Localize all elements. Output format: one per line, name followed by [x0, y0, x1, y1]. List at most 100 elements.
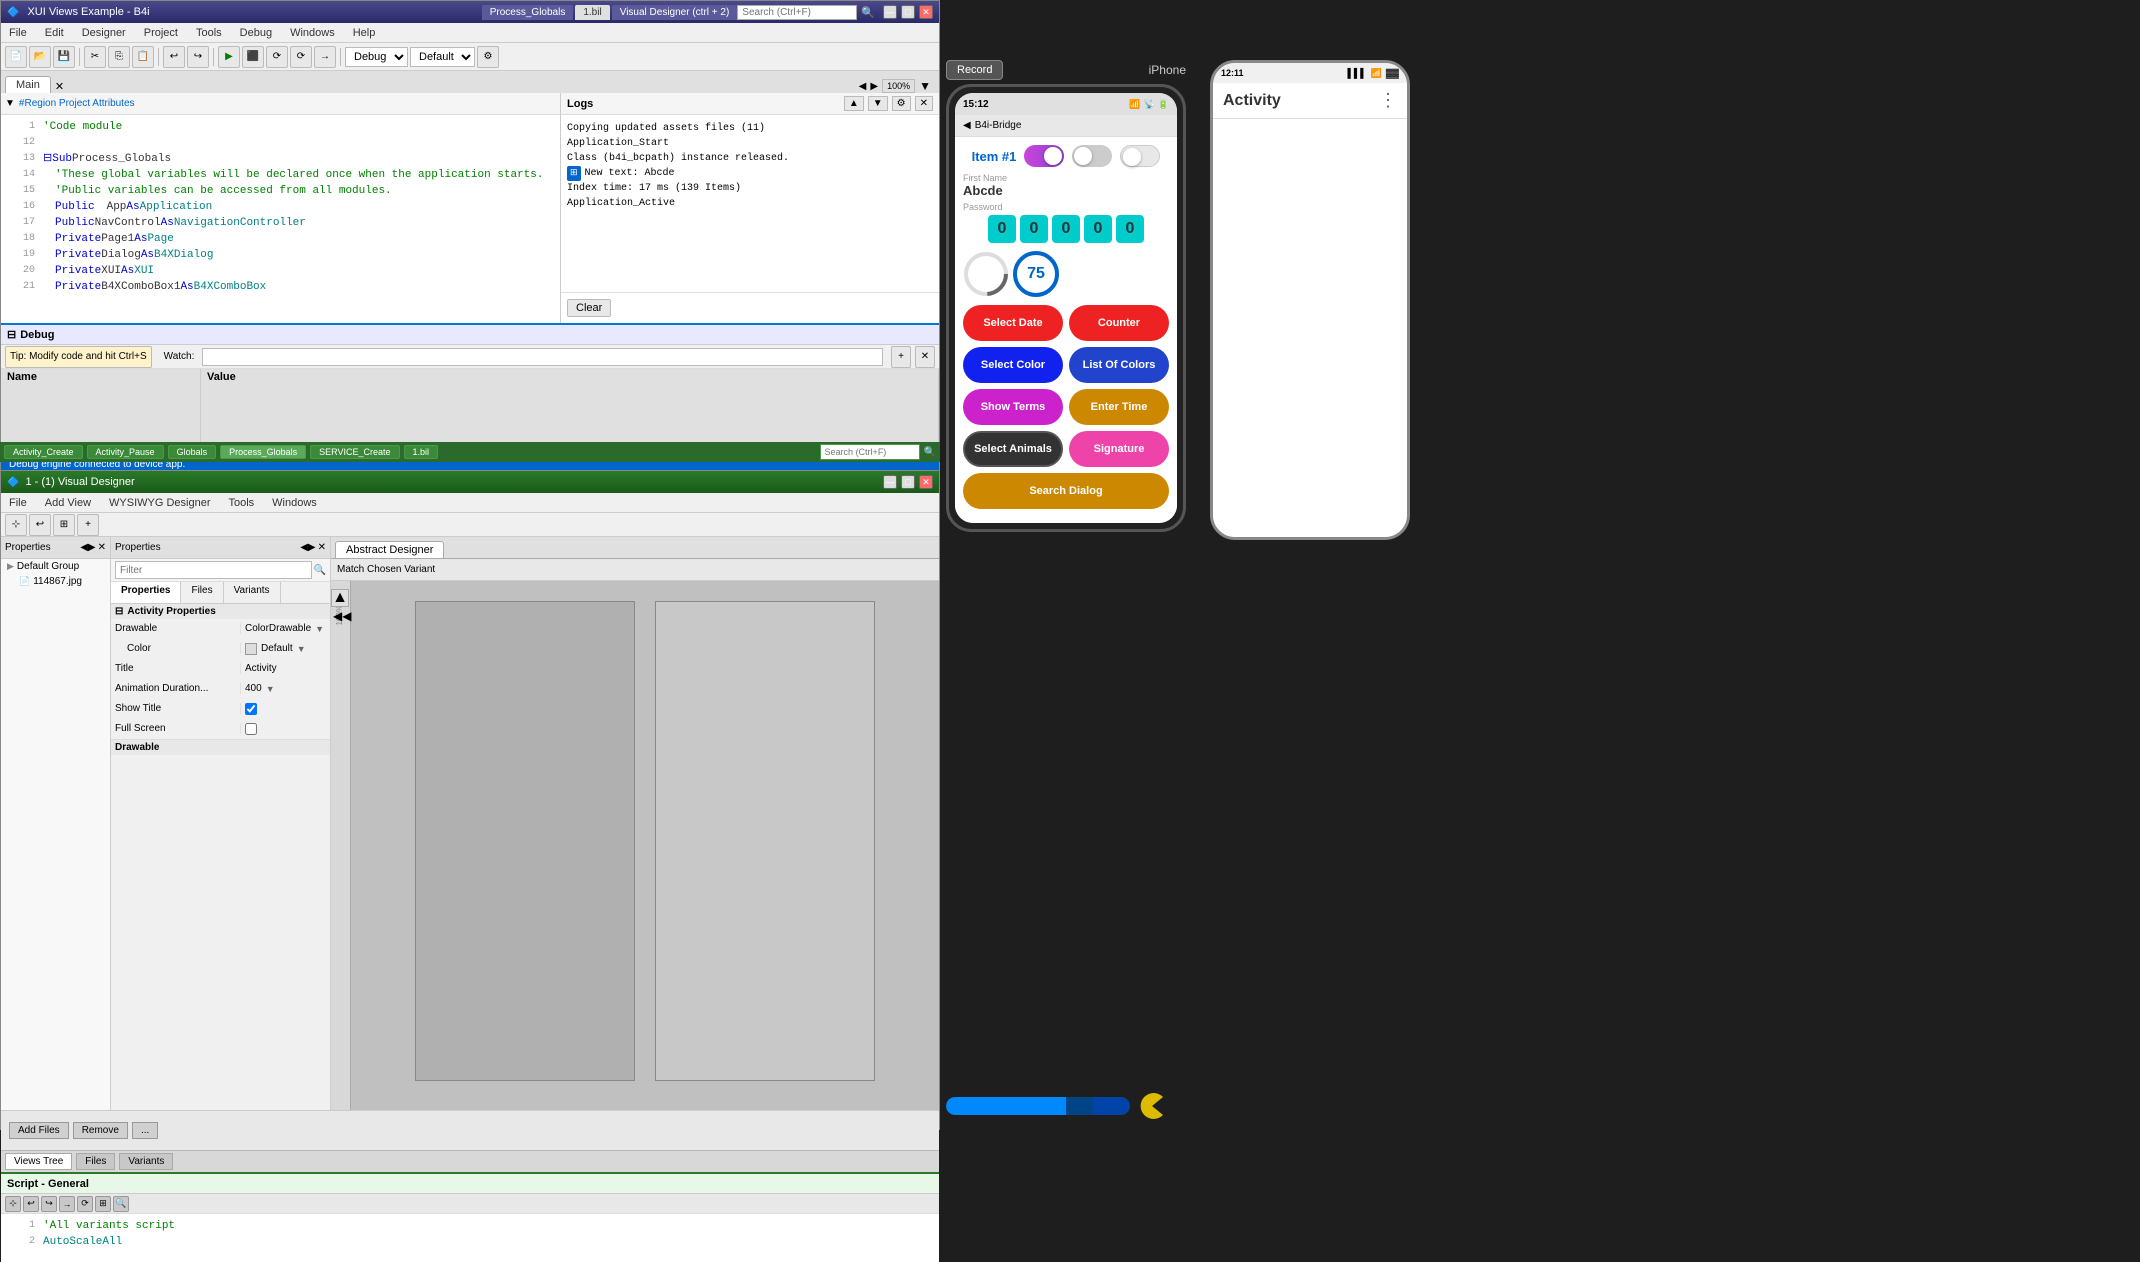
- toolbar-cut[interactable]: ✂: [84, 46, 106, 68]
- minimize-button[interactable]: —: [883, 5, 897, 19]
- st-btn1[interactable]: ⊹: [5, 1196, 21, 1212]
- toolbar-save[interactable]: 💾: [53, 46, 75, 68]
- toolbar-stop[interactable]: ⬛: [242, 46, 264, 68]
- toolbar-redo[interactable]: ↪: [187, 46, 209, 68]
- file-default-group[interactable]: ▶ Default Group: [1, 559, 110, 574]
- debug-watch-input[interactable]: [202, 348, 883, 366]
- toggle-on[interactable]: [1024, 145, 1064, 167]
- maximize-button[interactable]: □: [901, 5, 915, 19]
- toggle-off-white[interactable]: [1120, 145, 1160, 167]
- select-animals-button[interactable]: Select Animals: [963, 431, 1063, 467]
- nav-control-up[interactable]: ▲: [331, 589, 349, 607]
- prop-value-showtitle[interactable]: [241, 703, 330, 715]
- vd-prop-tab-files[interactable]: Files: [181, 582, 223, 603]
- search-dialog-button[interactable]: Search Dialog: [963, 473, 1169, 509]
- vd-prop-tab-props[interactable]: Properties: [111, 582, 181, 603]
- vd-props-resize[interactable]: ◀▶: [300, 542, 315, 553]
- vd-menu-file[interactable]: File: [5, 495, 31, 511]
- vd-toolbar-zoom-in[interactable]: +: [77, 514, 99, 536]
- task-service-create[interactable]: SERVICE_Create: [310, 445, 399, 459]
- nav-left-arrow[interactable]: ◀◀: [333, 609, 351, 623]
- st-btn3[interactable]: ↪: [41, 1196, 57, 1212]
- toolbar-copy[interactable]: ⎘: [108, 46, 130, 68]
- toolbar-open[interactable]: 📂: [29, 46, 51, 68]
- iphone-menu-icon[interactable]: ⋮: [1379, 90, 1397, 111]
- select-date-button[interactable]: Select Date: [963, 305, 1063, 341]
- task-1bil[interactable]: 1.bil: [404, 445, 439, 459]
- toolbar-extra[interactable]: ⚙: [477, 46, 499, 68]
- menu-debug[interactable]: Debug: [236, 25, 276, 41]
- task-process-globals[interactable]: Process_Globals: [220, 445, 306, 459]
- counter-button[interactable]: Counter: [1069, 305, 1169, 341]
- vd-menu-windows[interactable]: Windows: [268, 495, 321, 511]
- vd-toolbar-nav[interactable]: ⊹: [5, 514, 27, 536]
- prop-collapse-icon[interactable]: ⊟: [115, 606, 123, 617]
- logs-settings[interactable]: ⚙: [892, 96, 911, 111]
- prop-value-drawable[interactable]: ColorDrawable ▼: [241, 623, 330, 634]
- menu-file[interactable]: File: [5, 25, 31, 41]
- vd-resize-icon[interactable]: ◀▶: [80, 542, 95, 553]
- st-btn2[interactable]: ↩: [23, 1196, 39, 1212]
- menu-tools[interactable]: Tools: [192, 25, 226, 41]
- toolbar-step[interactable]: ⟳: [266, 46, 288, 68]
- st-btn6[interactable]: ⊞: [95, 1196, 111, 1212]
- tab-right-arrow[interactable]: ▶: [870, 81, 878, 92]
- menu-designer[interactable]: Designer: [78, 25, 130, 41]
- vd-tab-views-tree[interactable]: Views Tree: [5, 1153, 72, 1170]
- taskbar-search[interactable]: [820, 444, 920, 460]
- filter-search-icon[interactable]: 🔍: [314, 565, 326, 576]
- list-of-colors-button[interactable]: List Of Colors: [1069, 347, 1169, 383]
- tab-close[interactable]: ✕: [51, 80, 68, 93]
- toolbar-paste[interactable]: 📋: [132, 46, 154, 68]
- toolbar-run[interactable]: ▶: [218, 46, 240, 68]
- vd-toolbar-fit[interactable]: ⊞: [53, 514, 75, 536]
- ide-tab-visual-designer[interactable]: Visual Designer (ctrl + 2): [612, 5, 738, 20]
- vd-prop-tab-variants[interactable]: Variants: [224, 582, 281, 603]
- show-terms-button[interactable]: Show Terms: [963, 389, 1063, 425]
- logs-scroll-down[interactable]: ▼: [868, 96, 888, 111]
- signature-button[interactable]: Signature: [1069, 431, 1169, 467]
- record-button[interactable]: Record: [946, 60, 1003, 80]
- close-button[interactable]: ✕: [919, 5, 933, 19]
- vd-props-close[interactable]: ✕: [318, 542, 326, 553]
- zoom-scroll[interactable]: ▼: [919, 79, 931, 93]
- full-screen-checkbox[interactable]: [245, 723, 257, 735]
- color-dropdown-icon[interactable]: ▼: [297, 644, 306, 654]
- logs-close[interactable]: ✕: [915, 96, 933, 111]
- vd-tab-files[interactable]: Files: [76, 1153, 115, 1170]
- vd-menu-tools[interactable]: Tools: [224, 495, 258, 511]
- debug-expand[interactable]: ⊟: [7, 328, 16, 341]
- tab-left-arrow[interactable]: ◀: [859, 81, 867, 92]
- debug-watch-clear[interactable]: ✕: [915, 346, 935, 368]
- search-icon[interactable]: 🔍: [861, 6, 875, 19]
- logs-scroll-up[interactable]: ▲: [844, 96, 864, 111]
- prop-value-title[interactable]: Activity: [241, 663, 330, 674]
- st-btn4[interactable]: →: [59, 1196, 75, 1212]
- select-color-button[interactable]: Select Color: [963, 347, 1063, 383]
- ide-search-input[interactable]: [737, 5, 857, 20]
- drawable-dropdown-icon[interactable]: ▼: [315, 624, 324, 634]
- task-globals[interactable]: Globals: [168, 445, 217, 459]
- collapse-btn[interactable]: ▼: [5, 98, 15, 109]
- toolbar-step2[interactable]: ⟳: [290, 46, 312, 68]
- menu-project[interactable]: Project: [140, 25, 182, 41]
- debug-watch-add[interactable]: +: [891, 346, 911, 368]
- vd-menu-wysiwyg[interactable]: WYSIWYG Designer: [105, 495, 214, 511]
- taskbar-search-icon[interactable]: 🔍: [924, 447, 936, 458]
- vd-minimize[interactable]: —: [883, 475, 897, 489]
- vd-filter-input[interactable]: [115, 561, 312, 579]
- show-title-checkbox[interactable]: [245, 703, 257, 715]
- ide-tab-process-globals[interactable]: Process_Globals: [482, 5, 574, 20]
- st-btn7[interactable]: 🔍: [113, 1196, 129, 1212]
- vd-maximize[interactable]: □: [901, 475, 915, 489]
- debug-mode-select[interactable]: Debug: [345, 47, 408, 67]
- remove-button[interactable]: Remove: [73, 1122, 128, 1139]
- anim-dropdown-icon[interactable]: ▼: [266, 684, 275, 694]
- main-tab[interactable]: Main: [5, 76, 51, 93]
- menu-windows[interactable]: Windows: [286, 25, 339, 41]
- vd-close-panel[interactable]: ✕: [98, 542, 106, 553]
- menu-edit[interactable]: Edit: [41, 25, 68, 41]
- code-editor[interactable]: ▼ #Region Project Attributes 1 'Code mod…: [1, 93, 561, 323]
- clear-button[interactable]: Clear: [567, 299, 611, 317]
- prop-value-fullscreen[interactable]: [241, 723, 330, 735]
